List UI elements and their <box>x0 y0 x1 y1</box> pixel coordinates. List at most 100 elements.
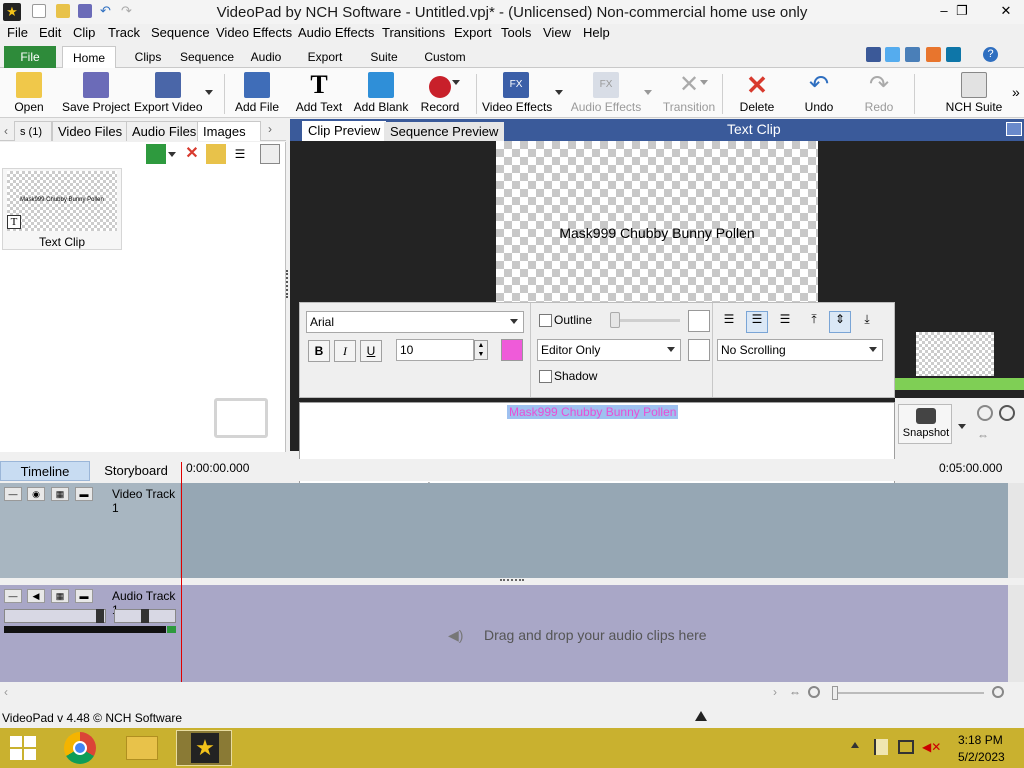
tab-audio-files[interactable]: Audio Files <box>126 121 203 141</box>
menu-tools[interactable]: Tools <box>501 25 531 40</box>
network-icon[interactable] <box>905 47 920 62</box>
lock-icon[interactable]: ▬ <box>75 589 93 603</box>
scroll-right-arrow[interactable]: › <box>773 685 777 699</box>
valign-bottom-button[interactable]: ⤓ <box>856 311 878 333</box>
tab-images[interactable]: Images (1 <box>197 121 261 141</box>
menu-track[interactable]: Track <box>108 25 140 40</box>
import-dropdown-arrow[interactable] <box>168 152 176 157</box>
file-explorer-icon[interactable] <box>126 736 158 760</box>
valign-top-button[interactable]: ⤒ <box>803 311 825 333</box>
menu-help[interactable]: Help <box>583 25 610 40</box>
videopad-taskbar-icon[interactable]: ★ <box>176 730 232 766</box>
collapse-icon[interactable]: — <box>4 487 22 501</box>
tab-clip-preview[interactable]: Clip Preview <box>302 121 387 141</box>
font-size-input[interactable]: 10 <box>396 339 474 361</box>
menu-audio-effects[interactable]: Audio Effects <box>298 25 374 40</box>
transition-button[interactable]: ✕ Transition <box>662 70 716 118</box>
outline-checkbox[interactable] <box>539 314 552 327</box>
clock-date[interactable]: 5/2/2023 <box>958 750 1005 764</box>
add-text-button[interactable]: T Add Text <box>292 70 346 118</box>
tab-partial[interactable]: s (1) <box>14 121 52 141</box>
fit-width-icon[interactable]: ⇔ <box>977 428 989 442</box>
vertical-scrollbar[interactable] <box>1008 483 1024 578</box>
tab-file[interactable]: File <box>4 46 56 68</box>
tab-sequence-preview[interactable]: Sequence Preview <box>384 122 505 142</box>
undock-preview-icon[interactable] <box>1006 122 1022 136</box>
timeline-scrollbar[interactable]: ‹ › ⇔ <box>0 683 1024 701</box>
record-button[interactable]: Record <box>414 70 466 118</box>
audio-effects-dropdown-arrow[interactable] <box>644 90 652 95</box>
close-button[interactable]: ✕ <box>990 0 1022 22</box>
volume-thumb[interactable] <box>96 609 104 623</box>
eye-icon[interactable]: ◉ <box>27 487 45 501</box>
snapshot-button[interactable]: Snapshot <box>898 404 952 444</box>
align-right-button[interactable]: ☰ <box>774 311 796 333</box>
ribbon-more-button[interactable]: » <box>1012 84 1020 100</box>
save-project-button[interactable]: Save Project <box>60 70 132 118</box>
facebook-icon[interactable] <box>866 47 881 62</box>
panel-splitter[interactable] <box>286 270 289 298</box>
flag-icon[interactable] <box>874 739 888 755</box>
slider-thumb[interactable] <box>610 312 620 328</box>
shadow-checkbox[interactable] <box>539 370 552 383</box>
expand-up-icon[interactable] <box>695 711 707 721</box>
menu-view[interactable]: View <box>543 25 571 40</box>
video-track[interactable]: — ◉ ▦ ▬ Video Track 1 <box>0 483 1008 578</box>
tabs-scroll-right[interactable]: › <box>268 122 272 136</box>
scroll-left-arrow[interactable]: ‹ <box>4 685 8 699</box>
valign-middle-button[interactable]: ⇕ <box>829 311 851 333</box>
collapse-icon[interactable]: — <box>4 589 22 603</box>
zoom-slider[interactable] <box>832 692 984 694</box>
tab-suite[interactable]: Suite <box>364 46 404 68</box>
video-effects-dropdown-arrow[interactable] <box>555 90 563 95</box>
chrome-icon[interactable] <box>64 732 96 764</box>
add-file-button[interactable]: Add File <box>230 70 284 118</box>
menu-edit[interactable]: Edit <box>39 25 61 40</box>
transition-dropdown-arrow[interactable] <box>700 80 708 85</box>
delete-button[interactable]: ✕ Delete <box>730 70 784 118</box>
audio-effects-button[interactable]: FX Audio Effects <box>570 70 642 118</box>
align-left-button[interactable]: ☰ <box>718 311 740 333</box>
vertical-scrollbar-audio[interactable] <box>1008 585 1024 682</box>
tab-timeline[interactable]: Timeline <box>0 461 90 481</box>
zoom-in-icon[interactable] <box>999 405 1015 421</box>
tab-custom[interactable]: Custom <box>420 46 470 68</box>
selected-text[interactable]: Mask999 Chubby Bunny Pollen <box>507 405 679 419</box>
group-icon[interactable]: ▦ <box>51 589 69 603</box>
playhead[interactable] <box>181 462 182 682</box>
underline-button[interactable]: U <box>360 340 382 362</box>
volume-muted-icon[interactable]: ◀✕ <box>922 740 941 754</box>
windows-start-icon[interactable] <box>10 736 36 760</box>
snapshot-dropdown-arrow[interactable] <box>958 424 966 429</box>
italic-button[interactable]: I <box>334 340 356 362</box>
clock-time[interactable]: 3:18 PM <box>958 733 1003 747</box>
network-tray-icon[interactable] <box>898 740 914 754</box>
export-video-button[interactable]: Export Video <box>134 70 203 118</box>
preview-canvas[interactable]: Mask999 Chubby Bunny Pollen <box>496 141 818 311</box>
menu-file[interactable]: File <box>7 25 28 40</box>
scrolling-select[interactable]: No Scrolling <box>717 339 883 361</box>
video-effects-button[interactable]: FX Video Effects <box>482 70 552 118</box>
record-dropdown-arrow[interactable] <box>452 80 460 85</box>
linkedin-icon[interactable] <box>946 47 961 62</box>
help-icon[interactable]: ? <box>983 47 998 62</box>
import-icon[interactable] <box>146 144 166 164</box>
remove-icon[interactable]: ✕ <box>182 144 202 164</box>
tab-audio[interactable]: Audio <box>246 46 286 68</box>
menu-transitions[interactable]: Transitions <box>382 25 445 40</box>
open-button[interactable]: Open <box>4 70 54 118</box>
outline-color-swatch[interactable] <box>688 310 710 332</box>
text-color-swatch[interactable] <box>501 339 523 361</box>
audio-track[interactable]: — ◀ ▦ ▬ Audio Track 1 ◀) Drag and drop y… <box>0 585 1008 682</box>
nch-suite-button[interactable]: NCH Suite <box>940 70 1008 118</box>
redo-button[interactable]: ↷ Redo <box>852 70 906 118</box>
zoom-out-timeline-icon[interactable] <box>808 686 820 698</box>
menu-sequence[interactable]: Sequence <box>151 25 210 40</box>
bold-button[interactable]: B <box>308 340 330 362</box>
list-view-icon[interactable]: ☰ <box>230 144 250 164</box>
tab-export[interactable]: Export <box>300 46 350 68</box>
twitter-icon[interactable] <box>885 47 900 62</box>
new-bin-icon[interactable] <box>206 144 226 164</box>
add-blank-button[interactable]: Add Blank <box>352 70 410 118</box>
speaker-icon[interactable]: ◀ <box>27 589 45 603</box>
